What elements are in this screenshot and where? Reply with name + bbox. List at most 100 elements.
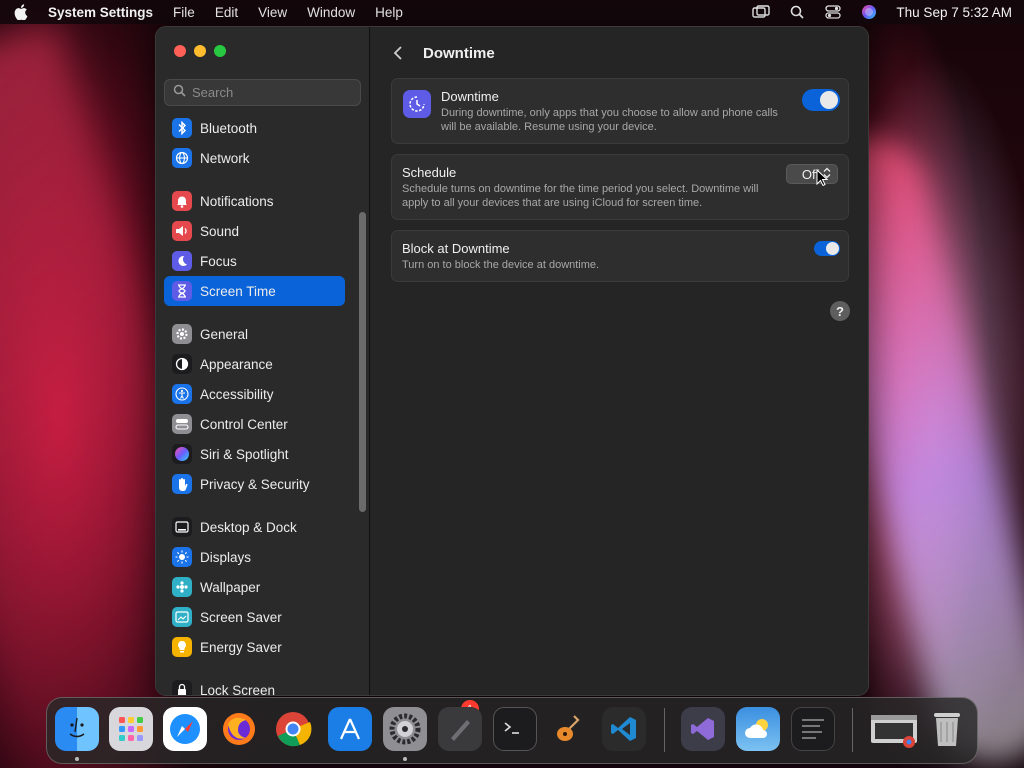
script-editor-icon[interactable]	[791, 707, 835, 751]
terminal-icon[interactable]	[493, 707, 537, 751]
garageband-icon[interactable]	[547, 707, 591, 751]
screen-mirroring-icon[interactable]	[752, 4, 771, 20]
menu-window[interactable]: Window	[307, 5, 355, 20]
safari-icon[interactable]	[163, 707, 207, 751]
sidebar-item-energy-saver[interactable]: Energy Saver	[164, 632, 345, 662]
system-settings-dock-icon[interactable]	[383, 707, 427, 751]
menu-help[interactable]: Help	[375, 5, 403, 20]
sidebar-item-label: Displays	[200, 549, 252, 565]
dock: 1	[46, 697, 978, 764]
control-center-icon	[172, 414, 192, 434]
search-input[interactable]	[192, 85, 352, 100]
sidebar-item-screen-saver[interactable]: Screen Saver	[164, 602, 345, 632]
schedule-description: Schedule turns on downtime for the time …	[402, 183, 759, 209]
lightbulb-icon	[172, 637, 192, 657]
vscode-icon[interactable]	[602, 707, 646, 751]
hourglass-icon	[172, 281, 192, 301]
moon-icon	[172, 251, 192, 271]
menu-view[interactable]: View	[258, 5, 287, 20]
sidebar-item-wallpaper[interactable]: Wallpaper	[164, 572, 345, 602]
mouse-pointer-icon	[816, 168, 829, 192]
block-at-downtime-card: Block at Downtime Turn on to block the d…	[391, 230, 849, 282]
finder-icon[interactable]	[55, 707, 99, 751]
sidebar-item-label: General	[200, 326, 249, 342]
weather-icon[interactable]	[736, 707, 780, 751]
firefox-icon[interactable]	[217, 707, 261, 751]
control-center-icon[interactable]	[824, 4, 842, 20]
downtime-toggle[interactable]	[802, 89, 840, 111]
menu-edit[interactable]: Edit	[215, 5, 238, 20]
accessibility-icon	[172, 384, 192, 404]
sidebar-item-bluetooth[interactable]: Bluetooth	[164, 113, 345, 143]
gear-icon	[172, 324, 192, 344]
sidebar-search[interactable]	[164, 79, 361, 106]
hand-icon	[172, 474, 192, 494]
minimize-button[interactable]	[194, 45, 206, 57]
help-button[interactable]: ?	[830, 301, 850, 321]
close-button[interactable]	[174, 45, 186, 57]
schedule-popup[interactable]: Off	[786, 164, 838, 184]
sidebar-item-label: Focus	[200, 253, 237, 269]
sidebar-item-focus[interactable]: Focus	[164, 246, 345, 276]
downtime-icon	[403, 90, 431, 118]
apple-menu-icon[interactable]	[12, 3, 30, 21]
page-title: Downtime	[423, 44, 495, 62]
sidebar-item-label: Notifications	[200, 193, 274, 209]
downtime-title: Downtime	[441, 89, 499, 104]
chrome-icon[interactable]	[271, 707, 315, 751]
menu-clock[interactable]: Thu Sep 7 5:32 AM	[896, 5, 1012, 20]
block-description: Turn on to block the device at downtime.	[402, 259, 600, 271]
sidebar-item-label: Desktop & Dock	[200, 519, 297, 535]
sidebar-item-label: Screen Saver	[200, 609, 282, 625]
sidebar-item-privacy-security[interactable]: Privacy & Security	[164, 469, 345, 499]
sidebar-item-label: Sound	[200, 223, 240, 239]
schedule-title: Schedule	[402, 165, 457, 180]
dock-icon	[172, 517, 192, 537]
sidebar-item-siri-spotlight[interactable]: Siri & Spotlight	[164, 439, 345, 469]
siri-icon[interactable]	[860, 4, 878, 20]
menu-app-name[interactable]: System Settings	[48, 5, 153, 20]
sidebar-item-control-center[interactable]: Control Center	[164, 409, 345, 439]
wallpaper-icon	[172, 577, 192, 597]
sidebar-scrollbar[interactable]	[359, 212, 366, 512]
zoom-button[interactable]	[214, 45, 226, 57]
sidebar: Bluetooth Network Notifications Sound Fo…	[156, 27, 370, 695]
appearance-icon	[172, 354, 192, 374]
sidebar-item-label: Accessibility	[200, 386, 274, 402]
main-pane: Downtime Downtime During downtime, only …	[371, 27, 868, 695]
sidebar-item-label: Control Center	[200, 416, 288, 432]
sidebar-item-appearance[interactable]: Appearance	[164, 349, 345, 379]
sidebar-item-lock-screen[interactable]: Lock Screen	[164, 675, 345, 695]
dock-separator	[852, 708, 853, 752]
screensaver-icon	[172, 607, 192, 627]
screenshot-preview-icon[interactable]	[869, 707, 919, 751]
page-header: Downtime	[391, 41, 495, 65]
bluetooth-icon	[172, 118, 192, 138]
downtime-description: During downtime, only apps that you choo…	[441, 107, 778, 133]
notes-icon[interactable]	[438, 707, 482, 751]
menu-file[interactable]: File	[173, 5, 195, 20]
spotlight-search-icon[interactable]	[788, 4, 806, 20]
dock-separator	[664, 708, 665, 752]
sidebar-item-sound[interactable]: Sound	[164, 216, 345, 246]
visual-studio-icon[interactable]	[681, 707, 725, 751]
instruments-icon[interactable]	[328, 707, 372, 751]
downtime-card: Downtime During downtime, only apps that…	[391, 78, 849, 144]
sidebar-item-displays[interactable]: Displays	[164, 542, 345, 572]
schedule-card: Schedule Schedule turns on downtime for …	[391, 154, 849, 220]
sidebar-item-notifications[interactable]: Notifications	[164, 186, 345, 216]
launchpad-icon[interactable]	[109, 707, 153, 751]
sidebar-item-general[interactable]: General	[164, 319, 345, 349]
sidebar-item-label: Privacy & Security	[200, 476, 310, 492]
lock-icon	[172, 680, 192, 695]
block-at-downtime-toggle[interactable]	[814, 241, 840, 256]
sidebar-item-label: Network	[200, 150, 250, 166]
sidebar-item-network[interactable]: Network	[164, 143, 345, 173]
sidebar-item-accessibility[interactable]: Accessibility	[164, 379, 345, 409]
block-title: Block at Downtime	[402, 241, 510, 256]
finder-running-indicator	[75, 757, 79, 761]
trash-icon[interactable]	[925, 707, 969, 751]
back-chevron-icon[interactable]	[391, 44, 405, 62]
sidebar-item-screen-time[interactable]: Screen Time	[164, 276, 345, 306]
sidebar-item-desktop-dock[interactable]: Desktop & Dock	[164, 512, 345, 542]
